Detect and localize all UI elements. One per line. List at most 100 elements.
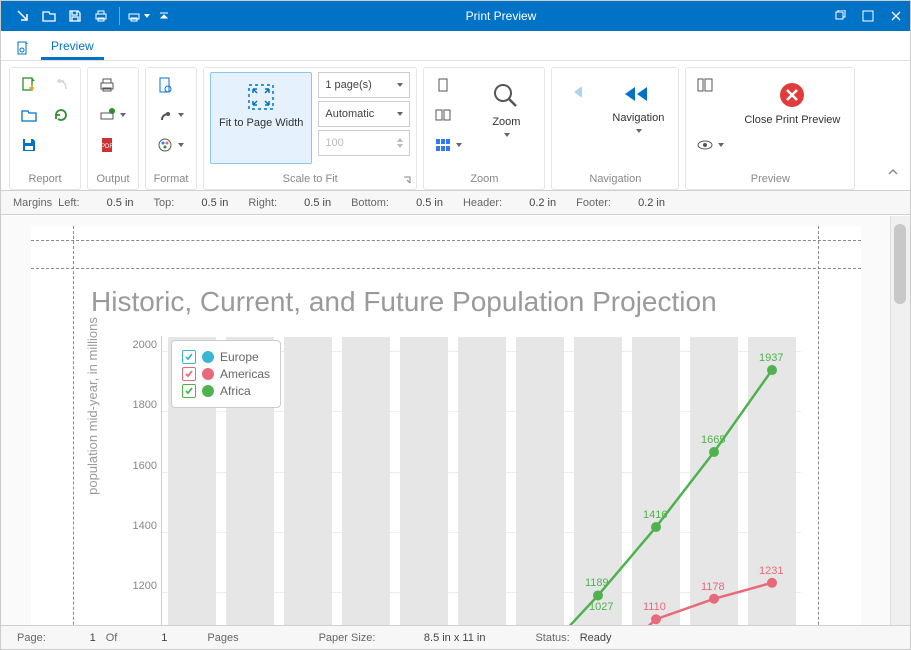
quick-print-icon[interactable] (126, 4, 150, 28)
data-label: 1937 (759, 352, 783, 364)
paper-label: Paper Size: (319, 632, 376, 644)
arrow-icon[interactable] (11, 4, 35, 28)
thumbnails-icon[interactable] (692, 72, 718, 98)
data-label: 1189 (585, 577, 609, 589)
scale-mode-value: Automatic (325, 108, 374, 120)
y-tick: 1600 (125, 460, 157, 472)
of-label: Of (106, 632, 118, 644)
group-output: PDF Output (87, 67, 139, 190)
two-pages-icon[interactable] (430, 102, 456, 128)
dot-icon (202, 385, 214, 397)
legend-check-americas[interactable] (182, 367, 196, 381)
one-page-icon[interactable] (430, 72, 456, 98)
restore-window-icon[interactable] (826, 1, 854, 31)
group-format-label: Format (152, 171, 190, 187)
chart-title: Historic, Current, and Future Population… (91, 286, 821, 318)
pages-value: 1 page(s) (325, 79, 371, 91)
legend-americas: Americas (220, 367, 270, 381)
y-tick: 1400 (125, 520, 157, 532)
new-report-icon[interactable] (16, 72, 42, 98)
footer-label: Footer: (576, 197, 611, 209)
close-preview-button[interactable]: Close Print Preview (736, 72, 848, 164)
fit-label: Fit to Page Width (219, 117, 303, 130)
close-label: Close Print Preview (744, 114, 840, 127)
scale-percent-input[interactable]: 100 (318, 130, 410, 156)
header-label: Header: (463, 197, 502, 209)
status-label: Status: (535, 632, 569, 644)
quick-print-button[interactable] (94, 102, 132, 128)
navigation-button[interactable]: Navigation (604, 72, 672, 164)
left-value[interactable]: 0.5 in (86, 197, 138, 209)
data-label: 1027 (589, 601, 613, 613)
svg-text:PDF: PDF (101, 144, 113, 150)
group-nav-label: Navigation (558, 171, 672, 187)
preview-area: Historic, Current, and Future Population… (1, 216, 910, 625)
top-value[interactable]: 0.5 in (180, 197, 232, 209)
legend-check-africa[interactable] (182, 384, 196, 398)
group-scale: Fit to Page Width 1 page(s) Automatic 10… (203, 67, 417, 190)
data-label: 1416 (643, 509, 667, 521)
save-icon[interactable] (63, 4, 87, 28)
scroll-thumb[interactable] (894, 224, 906, 304)
group-format: Format (145, 67, 197, 190)
collapse-ribbon-icon[interactable] (886, 165, 900, 182)
save-report-icon[interactable] (16, 132, 42, 158)
theme-button[interactable] (152, 132, 190, 158)
chart: Historic, Current, and Future Population… (91, 286, 821, 625)
header-footer-button[interactable] (152, 102, 190, 128)
vertical-scrollbar[interactable] (890, 216, 910, 625)
y-axis-label: population mid-year, in millions (85, 276, 100, 536)
close-window-icon[interactable] (882, 1, 910, 31)
page-preview: Historic, Current, and Future Population… (31, 226, 861, 625)
bottom-label: Bottom: (351, 197, 389, 209)
group-navigation: Navigation Navigation (551, 67, 679, 190)
data-label: 1110 (643, 601, 666, 613)
group-preview-label: Preview (692, 171, 848, 187)
right-label: Right: (248, 197, 277, 209)
data-label: 1178 (701, 581, 725, 593)
legend-africa: Africa (220, 384, 251, 398)
top-label: Top: (154, 197, 175, 209)
undo-icon[interactable] (48, 72, 74, 98)
qat-more-icon[interactable] (152, 4, 176, 28)
export-pdf-button[interactable]: PDF (94, 132, 120, 158)
footer-value[interactable]: 0.2 in (617, 197, 669, 209)
page-value[interactable]: 1 (56, 632, 96, 644)
scale-launcher[interactable] (402, 175, 412, 185)
chart-legend: Europe Americas Africa (171, 340, 281, 408)
open-icon[interactable] (37, 4, 61, 28)
left-label: Left: (58, 197, 79, 209)
print-icon[interactable] (89, 4, 113, 28)
dot-icon (202, 368, 214, 380)
title-bar: Print Preview (1, 1, 910, 31)
right-value[interactable]: 0.5 in (283, 197, 335, 209)
group-zoom-label: Zoom (430, 171, 538, 187)
header-value[interactable]: 0.2 in (508, 197, 560, 209)
quick-access-toolbar (1, 4, 176, 28)
zoom-button[interactable]: Zoom (474, 72, 538, 164)
scale-mode-selector[interactable]: Automatic (318, 101, 410, 127)
print-button[interactable] (94, 72, 120, 98)
group-report: Report (9, 67, 81, 190)
scale-percent-value: 100 (325, 137, 343, 149)
status-value: Ready (580, 632, 612, 644)
tab-preview[interactable]: Preview (41, 33, 104, 60)
status-bar: Page: 1 Of 1 Pages Paper Size: 8.5 in x … (1, 625, 910, 649)
fit-to-page-width-button[interactable]: Fit to Page Width (210, 72, 312, 164)
maximize-window-icon[interactable] (854, 1, 882, 31)
view-options-icon[interactable] (692, 132, 730, 158)
page-setup-button[interactable] (152, 72, 178, 98)
page-label: Page: (17, 632, 46, 644)
refresh-icon[interactable] (48, 102, 74, 128)
legend-europe: Europe (220, 350, 259, 364)
bottom-value[interactable]: 0.5 in (395, 197, 447, 209)
open-report-icon[interactable] (16, 102, 42, 128)
nav-label: Navigation (612, 112, 664, 124)
dot-icon (202, 351, 214, 363)
many-pages-icon[interactable] (430, 132, 468, 158)
legend-check-europe[interactable] (182, 350, 196, 364)
file-tab-icon[interactable] (11, 36, 35, 60)
nav-prev-button[interactable] (558, 72, 598, 164)
pages-selector[interactable]: 1 page(s) (318, 72, 410, 98)
ribbon: Report PDF Output Format Fit to (1, 61, 910, 191)
